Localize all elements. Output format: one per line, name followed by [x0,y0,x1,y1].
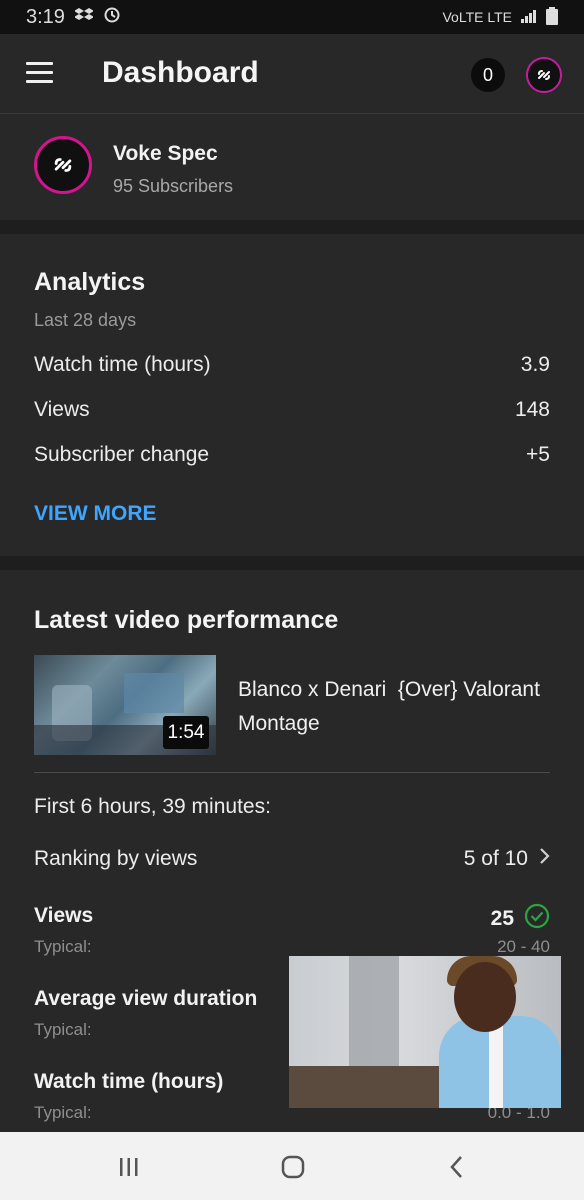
stat-range-views: 20 - 40 [497,937,550,956]
stat-typical-avg-duration: Typical: [34,1020,92,1039]
stat-typical-views: Typical: [34,937,92,956]
analytics-title: Analytics [34,268,146,296]
picture-in-picture-player[interactable] [289,956,561,1108]
menu-button[interactable] [26,62,54,84]
channel-name: Voke Spec [113,142,218,165]
metric-label: Watch time (hours) [34,353,211,376]
stat-value: 25 [490,907,514,930]
channel-card[interactable]: Voke Spec 95 Subscribers [0,114,584,220]
timeframe-label: First 6 hours, 39 minutes: [34,795,271,818]
app-bar: Dashboard 0 [0,34,584,114]
stat-typical-watch-time: Typical: [34,1103,92,1122]
ranking-value: 5 of 10 [463,847,528,870]
status-time: 3:19 [26,5,65,28]
channel-avatar [34,136,92,194]
metric-row-watch-time: Watch time (hours) 3.9 [34,350,550,380]
analytics-card: Analytics Last 28 days Watch time (hours… [0,234,584,556]
page-title: Dashboard [102,56,259,89]
divider [34,772,550,773]
recent-apps-icon[interactable] [109,1152,149,1182]
analytics-period: Last 28 days [34,310,137,330]
metric-label: Views [34,398,90,421]
stat-value-views: 25 [491,903,550,935]
account-avatar[interactable] [526,57,562,93]
status-bar: 3:19 VoLTE LTE [0,0,584,34]
latest-video-title: Latest video performance [34,606,339,634]
metric-label: Subscriber change [34,443,210,466]
video-duration-badge: 1:54 [163,716,209,749]
notification-count-button[interactable]: 0 [471,58,505,92]
channel-logo-icon [538,70,550,80]
back-icon[interactable] [437,1152,477,1182]
metric-row-views: Views 148 [34,395,550,425]
home-icon[interactable] [273,1152,313,1182]
battery-icon [546,6,558,28]
network-label: VoLTE LTE [442,9,512,25]
ranking-by-views-row[interactable]: Ranking by views 5 of 10 [34,847,550,871]
video-title[interactable]: Blanco x Denari {Over} Valorant Montage [238,673,558,741]
view-more-button[interactable]: VIEW MORE [34,502,157,526]
ranking-label: Ranking by views [34,847,198,870]
alarm-icon [103,5,121,29]
stat-label-avg-duration: Average view duration [34,987,258,1010]
channel-logo-icon [54,158,72,172]
subscriber-count: 95 Subscribers [113,176,234,196]
dropbox-icon [73,6,94,29]
metric-value: 148 [514,398,550,421]
stat-label-views: Views [34,904,94,927]
metric-value: +5 [526,443,550,466]
check-circle-icon [524,903,550,935]
metric-row-subscriber-change: Subscriber change +5 [34,440,550,470]
system-nav-bar [0,1132,584,1200]
signal-icon [520,8,538,27]
chevron-right-icon [538,847,550,871]
stat-label-watch-time: Watch time (hours) [34,1070,224,1093]
metric-value: 3.9 [520,353,550,376]
